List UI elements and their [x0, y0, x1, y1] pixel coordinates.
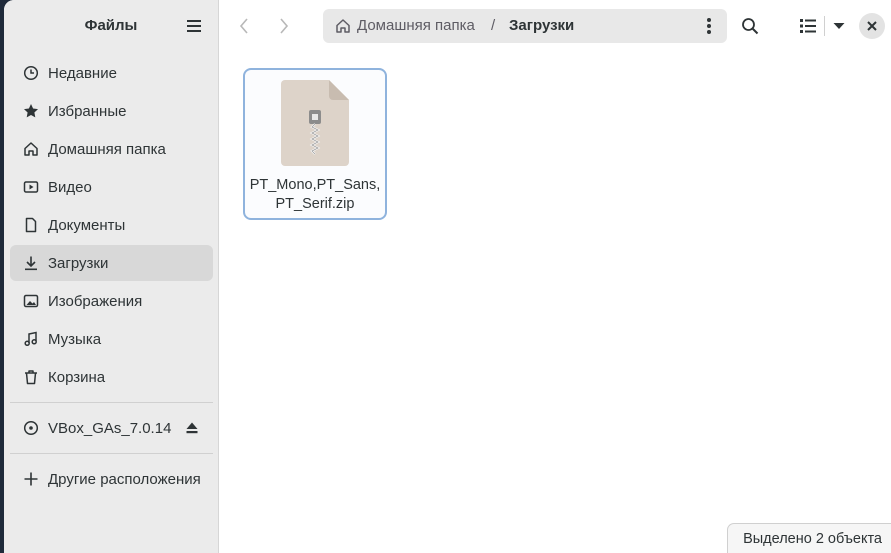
- sidebar: Файлы Недавние Избранные Домашняя папка: [4, 0, 219, 553]
- sidebar-item-starred[interactable]: Избранные: [10, 93, 213, 129]
- sidebar-item-label: Недавние: [48, 64, 117, 82]
- sidebar-item-label: Музыка: [48, 330, 102, 348]
- close-icon: [867, 21, 877, 31]
- view-mode-button[interactable]: [794, 12, 822, 40]
- sidebar-item-other-locations[interactable]: Другие расположения: [10, 461, 213, 497]
- forward-button[interactable]: [271, 13, 297, 39]
- sidebar-item-pictures[interactable]: Изображения: [10, 283, 213, 319]
- home-icon: [23, 141, 39, 157]
- path-menu-button[interactable]: [697, 14, 721, 38]
- sidebar-item-label: Документы: [48, 216, 126, 234]
- sidebar-item-music[interactable]: Музыка: [10, 321, 213, 357]
- file-item[interactable]: PT_Mono,PT_Sans, PT_Serif.zip: [243, 68, 387, 220]
- header-bar: Домашняя папка / Загрузки: [219, 0, 891, 52]
- back-button[interactable]: [231, 13, 257, 39]
- document-icon: [23, 217, 39, 233]
- sidebar-item-home[interactable]: Домашняя папка: [10, 131, 213, 167]
- trash-icon: [23, 369, 39, 385]
- image-icon: [23, 293, 39, 309]
- sidebar-item-device[interactable]: VBox_GAs_7.0.14: [10, 410, 213, 446]
- sidebar-item-recent[interactable]: Недавние: [10, 55, 213, 91]
- clock-icon: [23, 65, 39, 81]
- hamburger-icon: [187, 20, 201, 22]
- plus-icon: [23, 471, 39, 487]
- file-name: PT_Mono,PT_Sans, PT_Serif.zip: [249, 177, 381, 212]
- breadcrumb-home[interactable]: Домашняя папка: [335, 17, 475, 34]
- forward-icon: [280, 18, 289, 34]
- disc-icon: [23, 420, 39, 436]
- sidebar-item-label: Загрузки: [48, 254, 109, 272]
- path-bar: Домашняя папка / Загрузки: [323, 9, 727, 43]
- back-icon: [239, 18, 248, 34]
- breadcrumb-separator: /: [491, 17, 496, 34]
- music-icon: [23, 331, 39, 347]
- eject-icon[interactable]: [184, 420, 200, 436]
- more-icon: [707, 18, 711, 22]
- video-icon: [23, 179, 39, 195]
- file-view[interactable]: PT_Mono,PT_Sans, PT_Serif.zip Выделено 2…: [219, 52, 891, 553]
- view-options-button[interactable]: [825, 12, 853, 40]
- sidebar-item-label: Избранные: [48, 102, 127, 120]
- download-icon: [23, 255, 39, 271]
- sidebar-item-label: Другие расположения: [48, 470, 201, 488]
- breadcrumb-current[interactable]: Загрузки: [509, 17, 574, 34]
- sidebar-item-label: Видео: [48, 178, 92, 196]
- list-view-icon: [800, 19, 816, 33]
- sidebar-separator: [10, 402, 213, 403]
- sidebar-item-trash[interactable]: Корзина: [10, 359, 213, 395]
- home-icon: [336, 18, 350, 33]
- file-manager-window: Файлы Недавние Избранные Домашняя папка: [4, 0, 891, 553]
- main-menu-button[interactable]: [180, 13, 208, 39]
- selection-status: Выделено 2 объекта: [727, 523, 891, 553]
- sidebar-item-label: Домашняя папка: [48, 140, 166, 158]
- sidebar-item-downloads[interactable]: Загрузки: [10, 245, 213, 281]
- sidebar-item-documents[interactable]: Документы: [10, 207, 213, 243]
- sidebar-header: Файлы: [4, 0, 218, 52]
- sidebar-item-videos[interactable]: Видео: [10, 169, 213, 205]
- star-icon: [23, 103, 39, 119]
- breadcrumb-home-label: Домашняя папка: [357, 17, 475, 34]
- sidebar-separator: [10, 453, 213, 454]
- search-icon: [742, 18, 759, 35]
- zip-archive-icon: [281, 80, 349, 166]
- close-button[interactable]: [859, 13, 885, 39]
- view-options-icon: [833, 23, 845, 29]
- sidebar-item-label: VBox_GAs_7.0.14: [48, 419, 172, 437]
- search-button[interactable]: [736, 12, 764, 40]
- sidebar-item-label: Корзина: [48, 368, 106, 386]
- sidebar-item-label: Изображения: [48, 292, 143, 310]
